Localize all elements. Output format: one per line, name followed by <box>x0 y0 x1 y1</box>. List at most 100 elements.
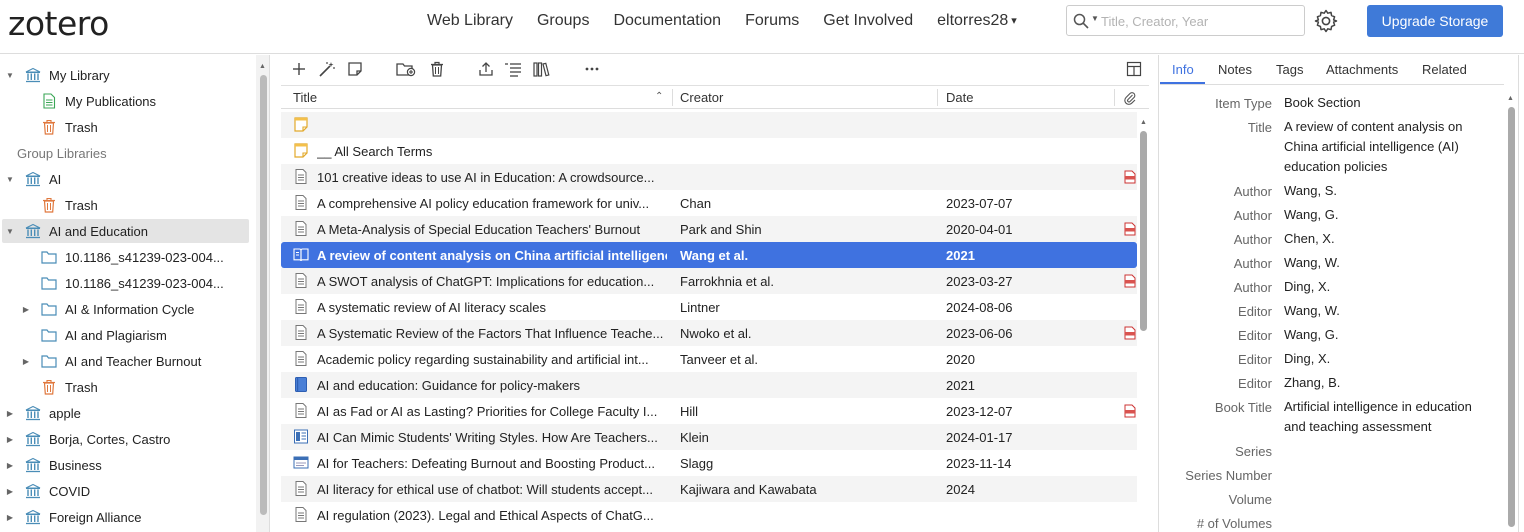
collapsed-twisty-icon[interactable]: ▶ <box>21 357 31 366</box>
sidebar-item[interactable]: ▶ AI & Information Cycle <box>0 297 256 321</box>
sort-ascending-icon[interactable]: ⌃ <box>655 91 663 102</box>
table-row[interactable]: AI regulation (2023). Legal and Ethical … <box>281 502 1137 528</box>
scroll-up-arrow-icon[interactable]: ▲ <box>1507 95 1514 102</box>
pdf-attachment-icon[interactable] <box>1124 170 1136 187</box>
table-row[interactable]: AI Can Mimic Students' Writing Styles. H… <box>281 424 1137 450</box>
column-divider[interactable] <box>937 89 938 106</box>
sidebar-item[interactable]: 10.1186_s41239-023-004... <box>0 271 256 295</box>
collapsed-twisty-icon[interactable]: ▶ <box>5 409 15 418</box>
table-row[interactable]: AI as Fad or AI as Lasting? Priorities f… <box>281 398 1137 424</box>
gear-icon[interactable] <box>1314 9 1338 33</box>
field-value[interactable]: Wang, G. <box>1284 205 1479 225</box>
table-row[interactable]: AI literacy for ethical use of chatbot: … <box>281 476 1137 502</box>
tab-tags[interactable]: Tags <box>1276 62 1303 77</box>
column-title[interactable]: Title <box>293 90 317 105</box>
column-divider[interactable] <box>672 89 673 106</box>
collapsed-twisty-icon[interactable]: ▶ <box>5 461 15 470</box>
pdf-attachment-icon[interactable] <box>1124 222 1136 239</box>
column-creator[interactable]: Creator <box>680 90 723 105</box>
table-row[interactable] <box>281 112 1137 138</box>
sidebar-item[interactable]: AI and Plagiarism <box>0 323 256 347</box>
collapsed-twisty-icon[interactable]: ▶ <box>5 435 15 444</box>
collapsed-twisty-icon[interactable]: ▶ <box>5 487 15 496</box>
user-menu[interactable]: eltorres28 ▾ <box>937 12 1017 30</box>
table-row[interactable]: A comprehensive AI policy education fram… <box>281 190 1137 216</box>
zotero-logo[interactable]: zotero <box>8 4 109 43</box>
nav-groups[interactable]: Groups <box>537 12 589 30</box>
sidebar-item[interactable]: ▶ apple <box>0 401 256 425</box>
field-value[interactable]: Wang, W. <box>1284 301 1479 321</box>
field-value[interactable]: Artificial intelligence in education and… <box>1284 397 1479 437</box>
tab-related[interactable]: Related <box>1422 62 1467 77</box>
tab-notes[interactable]: Notes <box>1218 62 1252 77</box>
library-lookup-icon[interactable] <box>533 61 551 77</box>
collapsed-twisty-icon[interactable]: ▶ <box>5 513 15 522</box>
sidebar-item[interactable]: ▼ AI <box>0 167 256 191</box>
table-row-selected[interactable]: A review of content analysis on China ar… <box>281 242 1137 268</box>
new-item-icon[interactable] <box>291 61 307 77</box>
bibliography-icon[interactable] <box>504 61 522 77</box>
search-input[interactable] <box>1101 12 1301 30</box>
field-value[interactable]: Wang, G. <box>1284 325 1479 345</box>
field-value[interactable]: A review of content analysis on China ar… <box>1284 117 1479 177</box>
field-value[interactable]: Chen, X. <box>1284 229 1479 249</box>
scroll-up-arrow-icon[interactable]: ▲ <box>259 63 266 70</box>
new-note-icon[interactable] <box>347 61 363 77</box>
sidebar-item[interactable]: Trash <box>0 375 256 399</box>
pdf-attachment-icon[interactable] <box>1124 404 1136 421</box>
table-row[interactable]: A SWOT analysis of ChatGPT: Implications… <box>281 268 1137 294</box>
sidebar-item[interactable]: Trash <box>0 193 256 217</box>
sidebar-item[interactable]: ▶ Borja, Cortes, Castro <box>0 427 256 451</box>
sidebar-item[interactable]: Trash <box>0 115 256 139</box>
trash-icon[interactable] <box>429 61 445 77</box>
export-icon[interactable] <box>478 61 494 77</box>
search-mode-chevron-icon[interactable]: ▼ <box>1091 14 1099 23</box>
field-value[interactable]: Ding, X. <box>1284 277 1479 297</box>
attachment-column-icon[interactable] <box>1124 91 1136 105</box>
sidebar-item[interactable]: ▶ Foreign Alliance <box>0 505 256 529</box>
items-scrollbar-thumb[interactable] <box>1140 131 1147 331</box>
table-row[interactable]: A systematic review of AI literacy scale… <box>281 294 1137 320</box>
sidebar-item[interactable]: ▼ AI and Education <box>2 219 249 243</box>
table-row[interactable]: AI and education: Guidance for policy-ma… <box>281 372 1137 398</box>
sidebar-item[interactable]: My Publications <box>0 89 256 113</box>
field-value[interactable]: Book Section <box>1284 93 1479 113</box>
expanded-twisty-icon[interactable]: ▼ <box>5 227 15 236</box>
more-options-icon[interactable] <box>584 61 600 77</box>
column-divider[interactable] <box>1114 89 1115 106</box>
collapsed-twisty-icon[interactable]: ▶ <box>21 305 31 314</box>
new-collection-icon[interactable] <box>396 61 416 77</box>
table-row[interactable]: A Systematic Review of the Factors That … <box>281 320 1137 346</box>
pdf-attachment-icon[interactable] <box>1124 274 1136 291</box>
table-row[interactable]: 101 creative ideas to use AI in Educatio… <box>281 164 1137 190</box>
nav-forums[interactable]: Forums <box>745 12 799 30</box>
field-value[interactable]: Wang, S. <box>1284 181 1479 201</box>
sidebar-item[interactable]: ▼ My Library <box>0 63 256 87</box>
column-date[interactable]: Date <box>946 90 973 105</box>
expanded-twisty-icon[interactable]: ▼ <box>5 175 15 184</box>
table-row[interactable]: A Meta-Analysis of Special Education Tea… <box>281 216 1137 242</box>
table-row[interactable]: Academic policy regarding sustainability… <box>281 346 1137 372</box>
field-value[interactable]: Ding, X. <box>1284 349 1479 369</box>
table-row[interactable]: __ All Search Terms <box>281 138 1137 164</box>
nav-documentation[interactable]: Documentation <box>613 12 721 30</box>
nav-web-library[interactable]: Web Library <box>427 12 513 30</box>
sidebar-item[interactable]: ▶ Business <box>0 453 256 477</box>
nav-get-involved[interactable]: Get Involved <box>823 12 913 30</box>
sidebar-item[interactable]: ▶ COVID <box>0 479 256 503</box>
add-by-identifier-icon[interactable] <box>318 61 336 77</box>
upgrade-storage-button[interactable]: Upgrade Storage <box>1367 5 1503 37</box>
field-value[interactable]: Wang, W. <box>1284 253 1479 273</box>
expanded-twisty-icon[interactable]: ▼ <box>5 71 15 80</box>
scroll-up-arrow-icon[interactable]: ▲ <box>1140 119 1147 126</box>
field-value[interactable]: Zhang, B. <box>1284 373 1479 393</box>
sidebar-item[interactable]: 10.1186_s41239-023-004... <box>0 245 256 269</box>
tab-info[interactable]: Info <box>1172 62 1194 77</box>
search-icon[interactable] <box>1073 13 1089 29</box>
sidebar-item[interactable]: ▶ AI and Teacher Burnout <box>0 349 256 373</box>
pdf-attachment-icon[interactable] <box>1124 326 1136 343</box>
collections-scrollbar-thumb[interactable] <box>260 75 267 515</box>
tab-attachments[interactable]: Attachments <box>1326 62 1398 77</box>
toggle-item-pane-icon[interactable] <box>1126 61 1142 77</box>
table-row[interactable]: AI for Teachers: Defeating Burnout and B… <box>281 450 1137 476</box>
